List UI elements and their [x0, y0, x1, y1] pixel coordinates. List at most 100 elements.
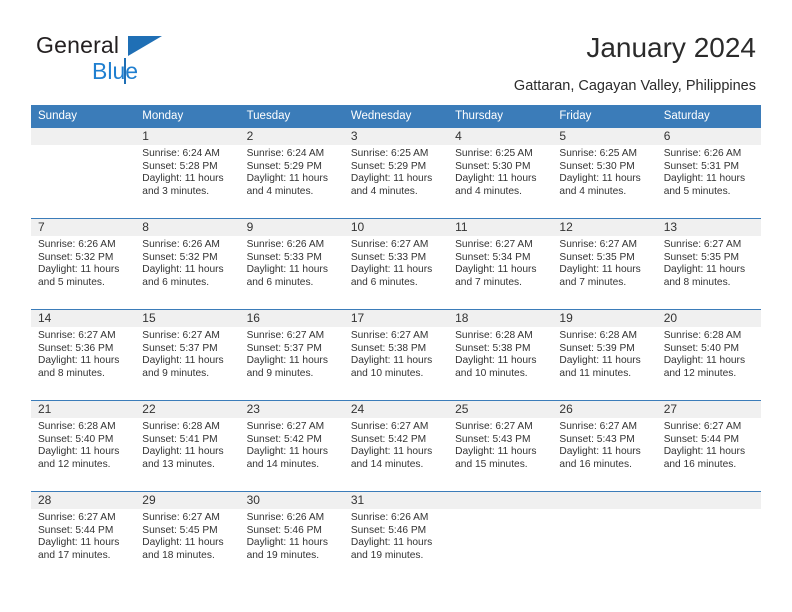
day-daylight-line2-text: and 18 minutes. — [142, 549, 215, 561]
day-sun-info: Sunrise: 6:27 AM Sunset: 5:42 PM Daylight:… — [240, 418, 344, 471]
day-sunrise-text: Sunrise: 6:27 AM — [38, 512, 116, 523]
calendar-day-cell[interactable]: 20 Sunrise: 6:28 AM Sunset: 5:40 PM Dayligh… — [656, 309, 761, 401]
day-sunrise-text: Sunrise: 6:26 AM — [350, 512, 429, 523]
day-sun-info: Sunrise: 6:24 AM Sunset: 5:28 PM Daylight:… — [135, 145, 239, 198]
day-sunset-text: Sunset: 5:36 PM — [38, 342, 114, 354]
day-number: 16 — [239, 310, 344, 327]
calendar-day-cell[interactable]: 2 Sunrise: 6:24 AM Sunset: 5:29 PM Daylight… — [239, 127, 344, 219]
calendar-day-cell[interactable] — [552, 491, 657, 582]
day-cell-content: 26 Sunrise: 6:27 AM Sunset: 5:43 PM Dayligh… — [552, 401, 657, 491]
calendar-day-cell[interactable]: 15 Sunrise: 6:27 AM Sunset: 5:37 PM Dayligh… — [135, 309, 240, 401]
calendar-week-row: 28 Sunrise: 6:27 AM Sunset: 5:44 PM Dayligh… — [31, 491, 761, 582]
day-daylight-line1-text: Daylight: 11 hours — [559, 173, 641, 185]
day-sun-info: Sunrise: 6:26 AM Sunset: 5:46 PM Daylight:… — [240, 509, 344, 562]
logo-general-blue[interactable]: General Blue — [36, 32, 276, 88]
day-number: 23 — [239, 401, 344, 418]
calendar-day-cell[interactable]: 23 Sunrise: 6:27 AM Sunset: 5:42 PM Dayligh… — [239, 400, 344, 492]
calendar-day-cell[interactable]: 6 Sunrise: 6:26 AM Sunset: 5:31 PM Daylight… — [656, 127, 761, 219]
calendar-day-cell[interactable]: 7 Sunrise: 6:26 AM Sunset: 5:32 PM Daylight… — [31, 218, 136, 310]
calendar-week-row: 21 Sunrise: 6:28 AM Sunset: 5:40 PM Dayligh… — [31, 400, 761, 492]
day-sunset-text: Sunset: 5:43 PM — [559, 433, 635, 445]
day-daylight-line2-text: and 9 minutes. — [142, 367, 210, 379]
day-daylight-line1-text: Daylight: 11 hours — [663, 355, 746, 367]
calendar-week-row: 7 Sunrise: 6:26 AM Sunset: 5:32 PM Daylight… — [31, 218, 761, 310]
day-daylight-line1-text: Daylight: 11 hours — [246, 446, 328, 458]
day-cell-content: 25 Sunrise: 6:27 AM Sunset: 5:43 PM Dayligh… — [448, 401, 553, 491]
day-number: 29 — [135, 492, 240, 509]
day-sun-info — [31, 145, 135, 148]
day-number — [656, 492, 761, 509]
calendar-header-row: Sunday Monday Tuesday Wednesday Thursday… — [31, 105, 761, 128]
calendar-day-cell[interactable]: 21 Sunrise: 6:28 AM Sunset: 5:40 PM Dayligh… — [31, 400, 136, 492]
calendar-day-cell[interactable]: 17 Sunrise: 6:27 AM Sunset: 5:38 PM Dayligh… — [343, 309, 449, 401]
day-daylight-line2-text: and 19 minutes. — [246, 549, 320, 561]
day-sun-info: Sunrise: 6:25 AM Sunset: 5:30 PM Daylight:… — [552, 145, 656, 198]
day-daylight-line2-text: and 5 minutes. — [38, 276, 105, 288]
day-sun-info: Sunrise: 6:27 AM Sunset: 5:43 PM Daylight:… — [448, 418, 552, 471]
day-daylight-line2-text: and 17 minutes. — [38, 549, 111, 561]
day-sun-info — [448, 509, 552, 512]
day-sunset-text: Sunset: 5:40 PM — [38, 433, 114, 445]
day-daylight-line1-text: Daylight: 11 hours — [559, 264, 641, 276]
calendar-day-cell[interactable]: 16 Sunrise: 6:27 AM Sunset: 5:37 PM Dayligh… — [239, 309, 344, 401]
day-daylight-line2-text: and 4 minutes. — [455, 185, 522, 197]
calendar-day-cell[interactable]: 14 Sunrise: 6:27 AM Sunset: 5:36 PM Dayligh… — [31, 309, 136, 401]
day-daylight-line2-text: and 12 minutes. — [38, 458, 111, 470]
day-daylight-line2-text: and 13 minutes. — [142, 458, 215, 470]
calendar-day-cell[interactable]: 4 Sunrise: 6:25 AM Sunset: 5:30 PM Daylight… — [448, 127, 553, 219]
calendar-day-cell[interactable]: 26 Sunrise: 6:27 AM Sunset: 5:43 PM Dayligh… — [552, 400, 657, 492]
calendar-grid: Sunday Monday Tuesday Wednesday Thursday… — [31, 105, 761, 582]
day-cell-content: 5 Sunrise: 6:25 AM Sunset: 5:30 PM Daylight… — [552, 128, 657, 218]
calendar-day-cell[interactable]: 10 Sunrise: 6:27 AM Sunset: 5:33 PM Dayligh… — [343, 218, 449, 310]
calendar-day-cell[interactable]: 31 Sunrise: 6:26 AM Sunset: 5:46 PM Dayligh… — [343, 491, 449, 582]
day-daylight-line2-text: and 14 minutes. — [350, 458, 424, 470]
calendar-day-cell[interactable] — [31, 127, 136, 219]
calendar-day-cell[interactable]: 1 Sunrise: 6:24 AM Sunset: 5:28 PM Daylight… — [135, 127, 240, 219]
day-sunset-text: Sunset: 5:31 PM — [663, 160, 740, 172]
calendar-day-cell[interactable]: 22 Sunrise: 6:28 AM Sunset: 5:41 PM Dayligh… — [135, 400, 240, 492]
weekday-header-wednesday: Wednesday — [343, 105, 449, 128]
day-daylight-line2-text: and 6 minutes. — [350, 276, 418, 288]
day-cell-content: 13 Sunrise: 6:27 AM Sunset: 5:35 PM Dayligh… — [656, 219, 761, 309]
calendar-day-cell[interactable]: 27 Sunrise: 6:27 AM Sunset: 5:44 PM Dayligh… — [656, 400, 761, 492]
day-sunset-text: Sunset: 5:30 PM — [559, 160, 635, 172]
day-daylight-line2-text: and 15 minutes. — [455, 458, 528, 470]
day-number: 5 — [552, 128, 657, 145]
day-sunrise-text: Sunrise: 6:27 AM — [350, 239, 429, 250]
calendar-week-row: 14 Sunrise: 6:27 AM Sunset: 5:36 PM Dayligh… — [31, 309, 761, 401]
day-daylight-line1-text: Daylight: 11 hours — [38, 355, 120, 367]
day-number: 17 — [343, 310, 449, 327]
day-number: 25 — [448, 401, 553, 418]
day-cell-content: 3 Sunrise: 6:25 AM Sunset: 5:29 PM Daylight… — [343, 128, 449, 218]
day-sunset-text: Sunset: 5:44 PM — [38, 524, 114, 536]
day-number: 7 — [31, 219, 136, 236]
weekday-header-friday: Friday — [552, 105, 657, 128]
calendar-day-cell[interactable]: 25 Sunrise: 6:27 AM Sunset: 5:43 PM Dayligh… — [448, 400, 553, 492]
day-sun-info: Sunrise: 6:27 AM Sunset: 5:43 PM Daylight:… — [552, 418, 656, 471]
calendar-day-cell[interactable]: 11 Sunrise: 6:27 AM Sunset: 5:34 PM Dayligh… — [448, 218, 553, 310]
calendar-day-cell[interactable]: 13 Sunrise: 6:27 AM Sunset: 5:35 PM Dayligh… — [656, 218, 761, 310]
day-cell-content — [552, 492, 657, 582]
calendar-day-cell[interactable]: 5 Sunrise: 6:25 AM Sunset: 5:30 PM Daylight… — [552, 127, 657, 219]
calendar-day-cell[interactable]: 12 Sunrise: 6:27 AM Sunset: 5:35 PM Dayligh… — [552, 218, 657, 310]
calendar-day-cell[interactable]: 30 Sunrise: 6:26 AM Sunset: 5:46 PM Dayligh… — [239, 491, 344, 582]
calendar-day-cell[interactable]: 24 Sunrise: 6:27 AM Sunset: 5:42 PM Dayligh… — [343, 400, 449, 492]
calendar-week-row: 1 Sunrise: 6:24 AM Sunset: 5:28 PM Daylight… — [31, 127, 761, 219]
calendar-page: General Blue January 2024 Gattaran, Caga… — [0, 0, 792, 612]
day-sunset-text: Sunset: 5:46 PM — [246, 524, 322, 536]
day-sun-info: Sunrise: 6:28 AM Sunset: 5:39 PM Daylight:… — [552, 327, 656, 380]
calendar-day-cell[interactable]: 28 Sunrise: 6:27 AM Sunset: 5:44 PM Dayligh… — [31, 491, 136, 582]
day-cell-content: 4 Sunrise: 6:25 AM Sunset: 5:30 PM Daylight… — [448, 128, 553, 218]
day-daylight-line2-text: and 10 minutes. — [350, 367, 424, 379]
calendar-day-cell[interactable]: 18 Sunrise: 6:28 AM Sunset: 5:38 PM Dayligh… — [448, 309, 553, 401]
day-number: 31 — [343, 492, 449, 509]
calendar-day-cell[interactable] — [656, 491, 761, 582]
calendar-day-cell[interactable]: 8 Sunrise: 6:26 AM Sunset: 5:32 PM Daylight… — [135, 218, 240, 310]
calendar-day-cell[interactable] — [448, 491, 553, 582]
day-sunset-text: Sunset: 5:28 PM — [142, 160, 218, 172]
calendar-day-cell[interactable]: 9 Sunrise: 6:26 AM Sunset: 5:33 PM Daylight… — [239, 218, 344, 310]
calendar-day-cell[interactable]: 29 Sunrise: 6:27 AM Sunset: 5:45 PM Dayligh… — [135, 491, 240, 582]
calendar-day-cell[interactable]: 19 Sunrise: 6:28 AM Sunset: 5:39 PM Dayligh… — [552, 309, 657, 401]
day-number: 8 — [135, 219, 240, 236]
calendar-day-cell[interactable]: 3 Sunrise: 6:25 AM Sunset: 5:29 PM Daylight… — [343, 127, 449, 219]
